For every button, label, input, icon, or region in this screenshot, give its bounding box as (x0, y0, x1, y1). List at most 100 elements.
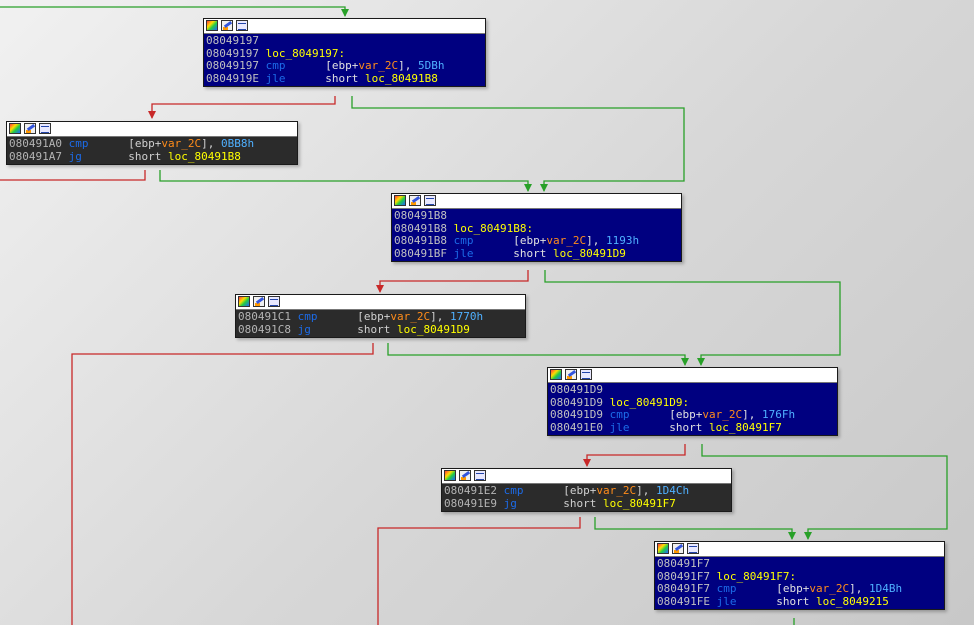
instruction-address: 08049197 (206, 46, 259, 60)
operand-separator: ], (636, 484, 656, 497)
instruction-address: 080491E9 (444, 496, 497, 510)
immediate-value: 5DBh (417, 59, 445, 72)
graph-color-icon[interactable] (206, 20, 218, 31)
instruction-address: 080491B8 (394, 221, 447, 235)
instruction-address: 080491F7 (657, 582, 710, 595)
asm-line[interactable]: 080491C8 jg short loc_80491D9 (238, 322, 523, 337)
operand-prefix: short (128, 149, 168, 163)
edit-node-icon[interactable] (672, 543, 684, 554)
true-edge-8049197[interactable] (351, 96, 685, 191)
node-text-icon[interactable] (236, 20, 248, 31)
node-header-toolbar (236, 295, 525, 310)
edit-node-icon[interactable] (409, 195, 421, 206)
instruction-address: 080491A0 (9, 137, 62, 150)
edit-node-icon[interactable] (565, 369, 577, 380)
true-edge-80491b8[interactable] (544, 270, 841, 365)
edit-node-icon[interactable] (24, 123, 36, 134)
edge-arrowhead (583, 459, 591, 467)
operand-padding (523, 484, 563, 497)
instruction-address: 080491B8 (394, 209, 447, 222)
edit-node-icon[interactable] (459, 470, 471, 481)
mnemonic: jg (297, 322, 311, 336)
operand-prefix: short (669, 420, 709, 434)
node-080491e2[interactable]: 080491E2 cmp [ebp+var_2C], 1D4Ch 080491E9… (441, 468, 732, 512)
asm-line[interactable]: 0804919E jle short loc_80491B8 (206, 71, 483, 86)
instruction-address: 0804919E (206, 71, 259, 85)
false-edge-80491b8[interactable] (379, 270, 529, 292)
node-loc-80491f7[interactable]: 080491F7 080491F7 loc_80491F7: 080491F7 cm… (654, 541, 945, 610)
true-edge-80491a0[interactable] (159, 170, 529, 191)
instruction-address: 080491E0 (550, 420, 603, 434)
graph-color-icon[interactable] (550, 369, 562, 380)
true-edge-80491c1[interactable] (387, 343, 686, 365)
mnemonic: cmp (716, 582, 737, 595)
operand-prefix: [ebp+ (669, 408, 703, 421)
jump-target-label: loc_80491B8 (167, 149, 241, 163)
node-disassembly: 080491D9 080491D9 loc_80491D9: 080491D9 cm… (548, 383, 837, 435)
true-edge-80491d9[interactable] (701, 444, 948, 539)
node-080491a0[interactable]: 080491A0 cmp [ebp+var_2C], 0BB8h 080491A7… (6, 121, 298, 165)
operand-separator: ], (201, 137, 221, 150)
operand-separator: ], (586, 234, 606, 247)
false-edge-80491a0[interactable] (0, 170, 146, 181)
asm-line[interactable]: 080491BF jle short loc_80491D9 (394, 246, 679, 261)
node-text-icon[interactable] (39, 123, 51, 134)
false-edge-80491c1[interactable] (71, 343, 374, 625)
graph-color-icon[interactable] (394, 195, 406, 206)
true-edge-80491e2[interactable] (594, 517, 793, 539)
instruction-address: 08049197 (206, 59, 259, 72)
graph-color-icon[interactable] (9, 123, 21, 134)
node-loc-8049197[interactable]: 08049197 08049197 loc_8049197: 08049197 cm… (203, 18, 486, 87)
node-disassembly: 080491F7 080491F7 loc_80491F7: 080491F7 cm… (655, 557, 944, 609)
asm-line[interactable]: 080491A7 jg short loc_80491B8 (9, 149, 295, 164)
false-edge-80491d9[interactable] (586, 444, 686, 466)
operand-prefix: [ebp+ (128, 137, 162, 150)
operand-padding (629, 408, 669, 421)
edge-arrowhead (376, 285, 384, 293)
immediate-value: 1770h (449, 310, 484, 323)
immediate-value: 1D4Bh (868, 582, 903, 595)
jump-target-label: loc_80491D9 (552, 246, 626, 260)
operand-padding (473, 234, 513, 247)
edge-arrowhead (524, 184, 532, 192)
operand-padding (88, 137, 128, 150)
stack-variable: var_2C (702, 408, 743, 421)
edit-node-icon[interactable] (253, 296, 265, 307)
edge-arrowhead (804, 532, 812, 540)
node-text-icon[interactable] (268, 296, 280, 307)
false-edge-80491e2[interactable] (377, 517, 581, 625)
asm-line[interactable]: 080491FE jle short loc_8049215 (657, 594, 942, 609)
graph-color-icon[interactable] (657, 543, 669, 554)
node-text-icon[interactable] (474, 470, 486, 481)
true-edge-incoming[interactable] (0, 6, 346, 16)
edit-node-icon[interactable] (221, 20, 233, 31)
node-disassembly: 080491B8 080491B8 loc_80491B8: 080491B8 cm… (392, 209, 681, 261)
instruction-address: 080491F7 (657, 569, 710, 583)
asm-line[interactable]: 080491E0 jle short loc_80491F7 (550, 420, 835, 435)
node-loc-80491d9[interactable]: 080491D9 080491D9 loc_80491D9: 080491D9 cm… (547, 367, 838, 436)
code-label: loc_80491B8: (453, 221, 534, 235)
asm-line[interactable]: 080491E9 jg short loc_80491F7 (444, 496, 729, 511)
node-header-toolbar (548, 368, 837, 383)
node-text-icon[interactable] (580, 369, 592, 380)
immediate-value: 1193h (605, 234, 640, 247)
operand-padding (517, 497, 563, 510)
node-text-icon[interactable] (424, 195, 436, 206)
stack-variable: var_2C (596, 484, 637, 497)
instruction-address: 080491B8 (394, 234, 447, 247)
mnemonic: cmp (265, 59, 286, 72)
node-080491c1[interactable]: 080491C1 cmp [ebp+var_2C], 1770h 080491C8… (235, 294, 526, 338)
graph-color-icon[interactable] (238, 296, 250, 307)
instruction-address: 080491D9 (550, 383, 603, 396)
jump-target-label: loc_80491D9 (396, 322, 470, 336)
stack-variable: var_2C (161, 137, 202, 150)
graph-color-icon[interactable] (444, 470, 456, 481)
code-label: loc_80491D9: (609, 395, 690, 409)
node-loc-80491b8[interactable]: 080491B8 080491B8 loc_80491B8: 080491B8 cm… (391, 193, 682, 262)
instruction-address: 080491FE (657, 594, 710, 608)
operand-prefix: short (325, 71, 365, 85)
mnemonic: jle (609, 420, 630, 434)
mnemonic: jg (68, 149, 82, 163)
false-edge-8049197[interactable] (151, 96, 336, 118)
node-text-icon[interactable] (687, 543, 699, 554)
